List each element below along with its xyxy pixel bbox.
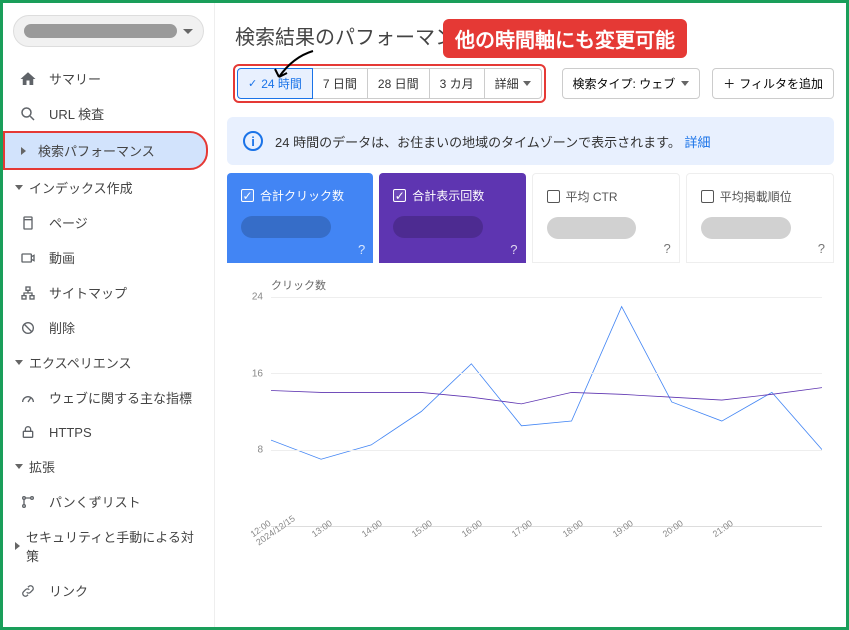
caret-right-icon — [15, 542, 20, 550]
sidebar-item-search-performance[interactable]: 検索パフォーマンス — [3, 131, 208, 170]
annotation-arrow — [273, 49, 323, 83]
sidebar-label: 動画 — [49, 248, 75, 267]
home-icon — [19, 70, 37, 88]
search-icon — [19, 105, 37, 123]
help-icon[interactable]: ? — [664, 241, 671, 256]
chevron-down-icon — [681, 81, 689, 86]
sidebar-section-indexing[interactable]: インデックス作成 — [3, 170, 214, 205]
sidebar-section-security[interactable]: セキュリティと手動による対策 — [3, 519, 214, 573]
sidebar-label: 拡張 — [29, 457, 55, 476]
main-content: 検索結果のパフォーマンス ✓ 24 時間 7 日間 28 日間 3 カ月 詳細 … — [215, 3, 846, 627]
checkbox-unchecked-icon — [701, 190, 714, 203]
annotation-callout: 他の時間軸にも変更可能 — [443, 19, 687, 58]
sidebar-item-core-web-vitals[interactable]: ウェブに関する主な指標 — [3, 380, 214, 415]
metrics-row: ✓ 合計クリック数 ? ✓ 合計表示回数 ? 平均 CTR — [227, 173, 834, 263]
metric-label: 合計クリック数 — [260, 187, 344, 204]
sidebar-item-links[interactable]: リンク — [3, 573, 214, 608]
chart-title: クリック数 — [271, 277, 830, 293]
sidebar-item-summary[interactable]: サマリー — [3, 61, 214, 96]
metric-value-redacted — [547, 217, 637, 239]
sidebar-label: セキュリティと手動による対策 — [26, 527, 202, 565]
sidebar-label: 検索パフォーマンス — [38, 141, 155, 160]
metric-value-redacted — [701, 217, 791, 239]
sidebar-item-breadcrumbs[interactable]: パンくずリスト — [3, 484, 214, 519]
sidebar-label: インデックス作成 — [29, 178, 133, 197]
sidebar-label: リンク — [49, 581, 88, 600]
property-selector[interactable] — [13, 15, 204, 47]
gauge-icon — [19, 389, 37, 407]
metric-label: 合計表示回数 — [412, 187, 484, 204]
sidebar-label: エクスペリエンス — [29, 353, 131, 372]
sidebar-section-experience[interactable]: エクスペリエンス — [3, 345, 214, 380]
sidebar: サマリー URL 検査 検索パフォーマンス インデックス作成 ページ — [3, 3, 215, 627]
search-type-selector[interactable]: 検索タイプ: ウェブ — [562, 68, 701, 99]
checkbox-checked-icon: ✓ — [241, 189, 254, 202]
sidebar-label: ウェブに関する主な指標 — [49, 388, 192, 407]
filter-bar: ✓ 24 時間 7 日間 28 日間 3 カ月 詳細 検索タイプ: ウェブ ＋ … — [233, 64, 834, 103]
time-3m-button[interactable]: 3 カ月 — [429, 68, 485, 99]
sidebar-label: ページ — [49, 213, 88, 232]
link-icon — [19, 582, 37, 600]
sidebar-label: サマリー — [49, 69, 101, 88]
breadcrumb-icon — [19, 493, 37, 511]
time-28d-button[interactable]: 28 日間 — [367, 68, 430, 99]
chevron-down-icon — [523, 81, 531, 86]
search-type-label: 検索タイプ: ウェブ — [573, 75, 676, 92]
metric-label: 平均掲載順位 — [720, 188, 792, 205]
add-filter-button[interactable]: ＋ フィルタを追加 — [712, 68, 834, 99]
sidebar-label: パンくずリスト — [49, 492, 141, 511]
sidebar-label: HTTPS — [49, 425, 92, 440]
chart-plot-area — [271, 297, 822, 527]
sidebar-item-pages[interactable]: ページ — [3, 205, 214, 240]
checkbox-unchecked-icon — [547, 190, 560, 203]
y-axis: 24168 — [231, 297, 267, 527]
metric-position[interactable]: 平均掲載順位 ? — [686, 173, 834, 263]
caret-down-icon — [15, 464, 23, 469]
plus-icon: ＋ — [723, 75, 735, 92]
page-icon — [19, 214, 37, 232]
sidebar-item-video[interactable]: 動画 — [3, 240, 214, 275]
sidebar-item-url-inspect[interactable]: URL 検査 — [3, 96, 214, 131]
time-label: 詳細 — [495, 75, 519, 92]
x-axis: 12:002024/12/1513:0014:0015:0016:0017:00… — [271, 527, 822, 557]
sidebar-label: URL 検査 — [49, 104, 104, 123]
metric-value-redacted — [241, 216, 331, 238]
sidebar-label: 削除 — [49, 318, 75, 337]
info-icon: i — [243, 131, 263, 151]
sitemap-icon — [19, 284, 37, 302]
help-icon[interactable]: ? — [358, 242, 365, 257]
time-detail-button[interactable]: 詳細 — [484, 68, 542, 99]
chart-lines — [271, 297, 822, 526]
chevron-down-icon — [183, 29, 193, 34]
caret-right-icon — [21, 147, 26, 155]
sidebar-section-enhancements[interactable]: 拡張 — [3, 449, 214, 484]
caret-down-icon — [15, 185, 23, 190]
caret-down-icon — [15, 360, 23, 365]
notice-detail-link[interactable]: 詳細 — [685, 135, 711, 150]
sidebar-item-sitemap[interactable]: サイトマップ — [3, 275, 214, 310]
metric-label: 平均 CTR — [566, 188, 618, 205]
sidebar-item-removals[interactable]: 削除 — [3, 310, 214, 345]
video-icon — [19, 249, 37, 267]
metric-value-redacted — [393, 216, 483, 238]
timezone-notice: i 24 時間のデータは、お住まいの地域のタイムゾーンで表示されます。 詳細 — [227, 117, 834, 165]
property-name-redacted — [24, 24, 177, 38]
chart-container: クリック数 24168 12:002024/12/1513:0014:0015:… — [227, 267, 834, 561]
check-icon: ✓ — [248, 77, 257, 90]
sidebar-item-https[interactable]: HTTPS — [3, 415, 214, 449]
add-filter-label: フィルタを追加 — [739, 75, 823, 92]
help-icon[interactable]: ? — [510, 242, 517, 257]
metric-impressions[interactable]: ✓ 合計表示回数 ? — [379, 173, 525, 263]
notice-text: 24 時間のデータは、お住まいの地域のタイムゾーンで表示されます。 詳細 — [275, 132, 711, 151]
removals-icon — [19, 319, 37, 337]
line-chart: 24168 12:002024/12/1513:0014:0015:0016:0… — [231, 297, 830, 557]
sidebar-label: サイトマップ — [49, 283, 127, 302]
help-icon[interactable]: ? — [818, 241, 825, 256]
metric-clicks[interactable]: ✓ 合計クリック数 ? — [227, 173, 373, 263]
lock-icon — [19, 423, 37, 441]
metric-ctr[interactable]: 平均 CTR ? — [532, 173, 680, 263]
checkbox-checked-icon: ✓ — [393, 189, 406, 202]
